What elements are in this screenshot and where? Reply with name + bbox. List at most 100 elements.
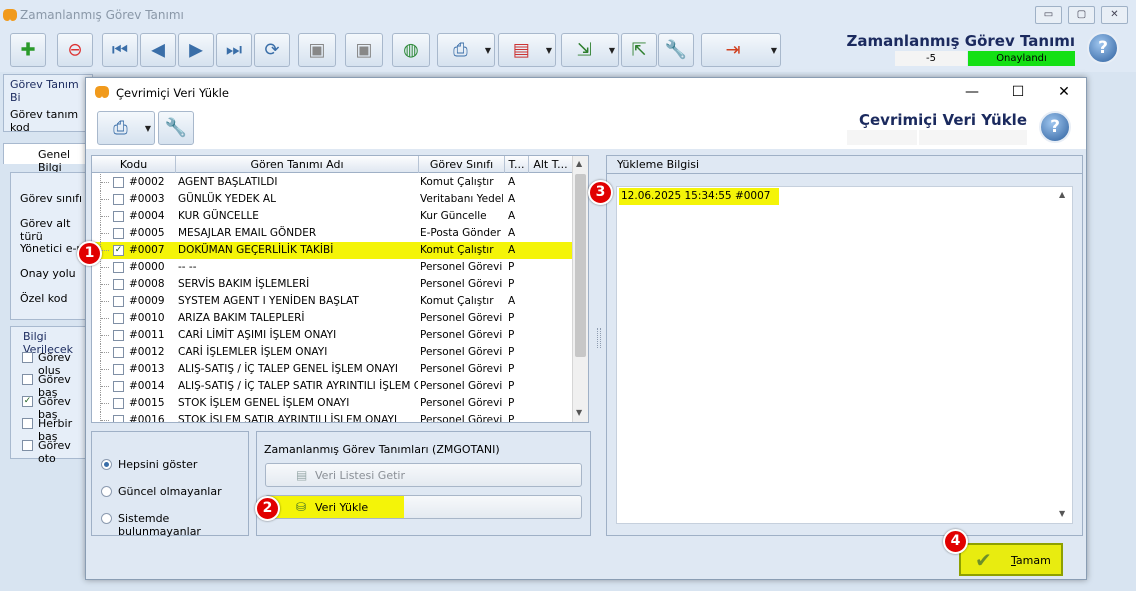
row-checkbox[interactable] xyxy=(113,364,124,375)
tamam-button[interactable]: ✔ Tamam xyxy=(959,543,1063,576)
cell-ad: KUR GÜNCELLE xyxy=(178,210,259,222)
cell-sinif: Personel Görevi xyxy=(420,363,503,375)
save-close-icon: ▣ xyxy=(355,39,373,61)
column-header[interactable]: Gören Tanımı Adı xyxy=(176,156,419,173)
dialog-help-icon[interactable]: ? xyxy=(1039,111,1071,143)
notify-checkbox[interactable] xyxy=(22,418,33,429)
settings-button[interactable]: 🔧 xyxy=(658,33,694,67)
table-row[interactable]: #0012 CARİ İŞLEMLER İŞLEM ONAYI Personel G… xyxy=(92,344,573,361)
column-header[interactable]: Görev Sınıfı xyxy=(419,156,505,173)
upload-info-title: Yükleme Bilgisi xyxy=(607,156,1082,174)
row-checkbox-checked[interactable]: ✓ xyxy=(113,245,124,256)
save-close-button[interactable]: ▣ xyxy=(345,33,383,67)
cell-ad: MESAJLAR EMAIL GÖNDER xyxy=(178,227,317,239)
table-row[interactable]: #0011 CARİ LİMİT AŞIMI İŞLEM ONAYI Persone… xyxy=(92,327,573,344)
column-header[interactable]: Alt T... xyxy=(529,156,573,173)
scroll-up-icon[interactable]: ▲ xyxy=(576,159,582,168)
web-button[interactable]: ◍ xyxy=(392,33,430,67)
table-row[interactable]: #0005 MESAJLAR EMAIL GÖNDER E-Posta Gönder… xyxy=(92,225,573,242)
checkmark-icon: ✔ xyxy=(975,548,992,572)
table-row[interactable]: #0013 ALIŞ-SATIŞ / İÇ TALEP GENEL İŞLEM O… xyxy=(92,361,573,378)
table-row[interactable]: #0000 -- -- Personel Görevi P xyxy=(92,259,573,276)
notify-checkbox-checked[interactable]: ✓ xyxy=(22,396,33,407)
notify-checkbox[interactable] xyxy=(22,352,33,363)
print-button[interactable]: ⎙ ▼ xyxy=(437,33,495,67)
pdf-button[interactable]: ▤ ▼ xyxy=(498,33,556,67)
dialog-print-button[interactable]: ⎙ ▼ xyxy=(97,111,155,145)
upload-log-scrollbar[interactable]: ▲ ▼ xyxy=(1056,187,1072,523)
notify-checkbox[interactable] xyxy=(22,440,33,451)
row-checkbox[interactable] xyxy=(113,415,124,422)
row-checkbox[interactable] xyxy=(113,330,124,341)
dialog-heading: Çevrimiçi Veri Yükle xyxy=(859,111,1027,129)
veri-yukle-button[interactable]: ⛁ Veri Yükle xyxy=(265,495,582,519)
cell-sinif: Veritabanı Yedek Al xyxy=(420,193,503,205)
row-checkbox[interactable] xyxy=(113,381,124,392)
filter-radio-missing[interactable] xyxy=(101,513,112,524)
row-checkbox[interactable] xyxy=(113,177,124,188)
notify-checkbox[interactable] xyxy=(22,374,33,385)
table-row[interactable]: ✓ #0007 DOKÜMAN GEÇERLİLİK TAKİBİ Komut Çal… xyxy=(92,242,573,259)
row-checkbox[interactable] xyxy=(113,262,124,273)
scroll-up-icon[interactable]: ▲ xyxy=(1059,190,1065,199)
tab-genel-bilgi[interactable]: Genel Bilgi xyxy=(3,143,93,174)
grid-scrollbar[interactable]: ▲ ▼ xyxy=(572,156,588,422)
first-record-button[interactable]: ⏮ xyxy=(102,33,138,67)
table-row[interactable]: #0003 GÜNLÜK YEDEK AL Veritabanı Yedek Al A xyxy=(92,191,573,208)
delete-button[interactable]: ⊖ xyxy=(57,33,93,67)
add-button[interactable]: ✚ xyxy=(10,33,46,67)
column-header[interactable]: Kodu xyxy=(92,156,176,173)
dialog-maximize-icon[interactable]: ☐ xyxy=(995,78,1041,107)
row-checkbox[interactable] xyxy=(113,211,124,222)
cell-kodu: #0016 xyxy=(129,414,165,423)
task-grid[interactable]: Kodu Gören Tanımı Adı Görev Sınıfı T... … xyxy=(91,155,589,423)
restore-icon[interactable]: ▢ xyxy=(1068,6,1095,24)
help-icon[interactable]: ? xyxy=(1087,32,1119,64)
filter-radio-all[interactable] xyxy=(101,459,112,470)
table-row[interactable]: #0002 AGENT BAŞLATILDI Komut Çalıştır A xyxy=(92,174,573,191)
filter-options-panel: Hepsini göster Güncel olmayanlar Sistemd… xyxy=(91,431,249,538)
row-checkbox[interactable] xyxy=(113,296,124,307)
dialog-minimize-icon[interactable]: — xyxy=(949,78,995,107)
row-checkbox[interactable] xyxy=(113,194,124,205)
filter-radio-outdated[interactable] xyxy=(101,486,112,497)
cell-t: P xyxy=(508,346,515,358)
table-row[interactable]: #0010 ARIZA BAKIM TALEPLERİ Personel Görev… xyxy=(92,310,573,327)
save-button[interactable]: ▣ xyxy=(298,33,336,67)
exit-button[interactable]: ⇥ ▼ xyxy=(701,33,781,67)
close-icon[interactable]: ✕ xyxy=(1101,6,1128,24)
upload-log-box[interactable]: 12.06.2025 15:34:55 #0007 ▲ ▼ xyxy=(616,186,1073,524)
cell-sinif: Komut Çalıştır xyxy=(420,244,494,256)
next-record-button[interactable]: ▶ xyxy=(178,33,214,67)
column-header[interactable]: T... xyxy=(505,156,529,173)
cell-sinif: Komut Çalıştır xyxy=(420,176,494,188)
table-row[interactable]: #0008 SERVİS BAKIM İŞLEMLERİ Personel Göre… xyxy=(92,276,573,293)
import-button[interactable]: ⇱ xyxy=(621,33,657,67)
table-row[interactable]: #0004 KUR GÜNCELLE Kur Güncelle A xyxy=(92,208,573,225)
actions-panel: Zamanlanmış Görev Tanımları (ZMGOTANI) ▤… xyxy=(256,431,591,536)
table-row[interactable]: #0014 ALIŞ-SATIŞ / İÇ TALEP SATIR AYRINTI… xyxy=(92,378,573,395)
export-button[interactable]: ⇲ ▼ xyxy=(561,33,619,67)
filter-label: Sistemde bulunmayanlar xyxy=(118,512,201,538)
row-checkbox[interactable] xyxy=(113,347,124,358)
table-row[interactable]: #0009 SYSTEM AGENT I YENİDEN BAŞLAT Komut … xyxy=(92,293,573,310)
refresh-button[interactable]: ⟳ xyxy=(254,33,290,67)
scroll-down-icon[interactable]: ▼ xyxy=(1059,509,1065,518)
dialog-close-icon[interactable]: ✕ xyxy=(1041,78,1087,107)
cell-t: P xyxy=(508,380,515,392)
minimize-icon[interactable]: ▭ xyxy=(1035,6,1062,24)
panel-splitter[interactable] xyxy=(597,328,601,348)
cell-kodu: #0002 xyxy=(129,176,165,188)
row-checkbox[interactable] xyxy=(113,279,124,290)
veri-listesi-getir-button[interactable]: ▤ Veri Listesi Getir xyxy=(265,463,582,487)
table-row[interactable]: #0016 STOK İŞLEM SATIR AYRINTILI İŞLEM ON… xyxy=(92,412,573,423)
last-record-button[interactable]: ⏭ xyxy=(216,33,252,67)
row-checkbox[interactable] xyxy=(113,228,124,239)
dialog-settings-button[interactable]: 🔧 xyxy=(158,111,194,145)
scroll-down-icon[interactable]: ▼ xyxy=(576,408,582,417)
row-checkbox[interactable] xyxy=(113,398,124,409)
table-row[interactable]: #0015 STOK İŞLEM GENEL İŞLEM ONAYI Persone… xyxy=(92,395,573,412)
row-checkbox[interactable] xyxy=(113,313,124,324)
scroll-thumb[interactable] xyxy=(575,174,586,357)
prev-record-button[interactable]: ◀ xyxy=(140,33,176,67)
